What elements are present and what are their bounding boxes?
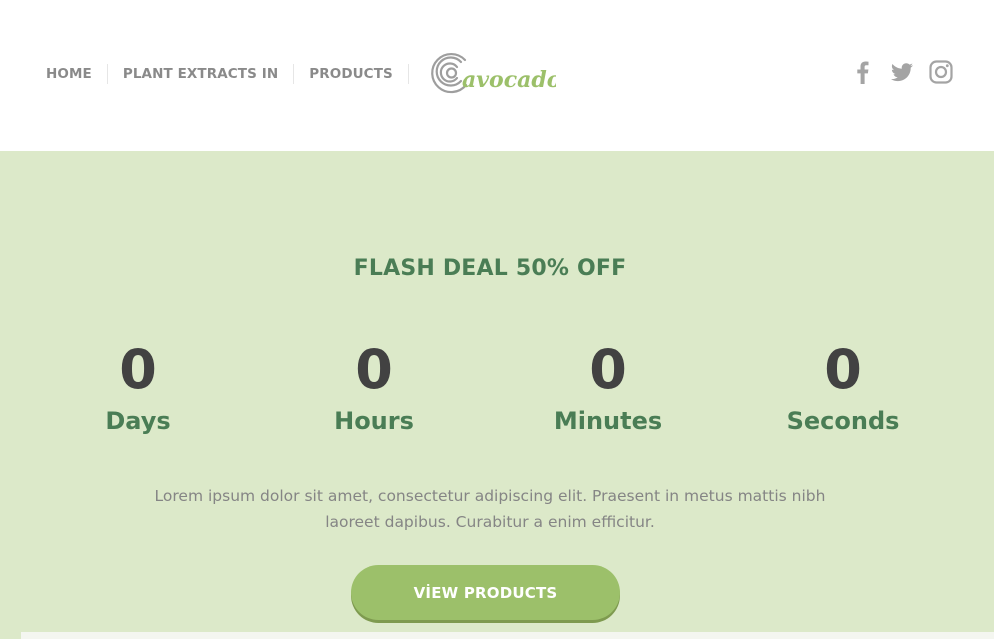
deal-description: Lorem ipsum dolor sit amet, consectetur … — [154, 487, 826, 531]
countdown-label: Seconds — [786, 407, 900, 435]
main-nav: HOME PLANT EXTRACTS IN PRODUCTS — [46, 64, 424, 84]
countdown-hours: 0 Hours — [274, 336, 474, 436]
nav-divider — [106, 64, 108, 84]
twitter-icon[interactable] — [889, 59, 915, 85]
countdown-value: 0 — [119, 338, 157, 401]
logo-text: avocado — [462, 67, 556, 93]
nav-home-link[interactable]: HOME — [46, 66, 92, 82]
countdown-label: Minutes — [553, 407, 663, 435]
countdown-label: Days — [105, 407, 171, 435]
countdown-days: 0 Days — [38, 336, 238, 436]
site-header: HOME PLANT EXTRACTS IN PRODUCTS avocado — [0, 0, 994, 151]
countdown-label: Hours — [334, 407, 414, 435]
countdown-seconds: 0 Seconds — [743, 336, 943, 436]
countdown-value: 0 — [355, 338, 393, 401]
nav-divider — [293, 64, 295, 84]
view-products-button[interactable]: VİEW PRODUCTS — [351, 565, 620, 620]
countdown-value: 0 — [589, 338, 627, 401]
logo-graphic: avocado — [431, 53, 561, 94]
site-logo[interactable]: avocado — [430, 48, 561, 102]
nav-products-link[interactable]: PRODUCTS — [309, 66, 393, 82]
nav-divider — [407, 64, 409, 84]
countdown-minutes: 0 Minutes — [508, 336, 708, 436]
facebook-icon[interactable] — [850, 59, 876, 85]
instagram-icon[interactable] — [928, 59, 954, 85]
countdown-value: 0 — [824, 338, 862, 401]
social-links — [837, 59, 954, 85]
nav-plant-extracts-link[interactable]: PLANT EXTRACTS IN — [123, 66, 278, 82]
flash-deal-section: FLASH DEAL 50% OFF 0 Days 0 Hours 0 Minu… — [0, 151, 994, 639]
page-bottom-strip — [21, 632, 994, 639]
flash-deal-title: FLASH DEAL 50% OFF — [353, 256, 627, 281]
